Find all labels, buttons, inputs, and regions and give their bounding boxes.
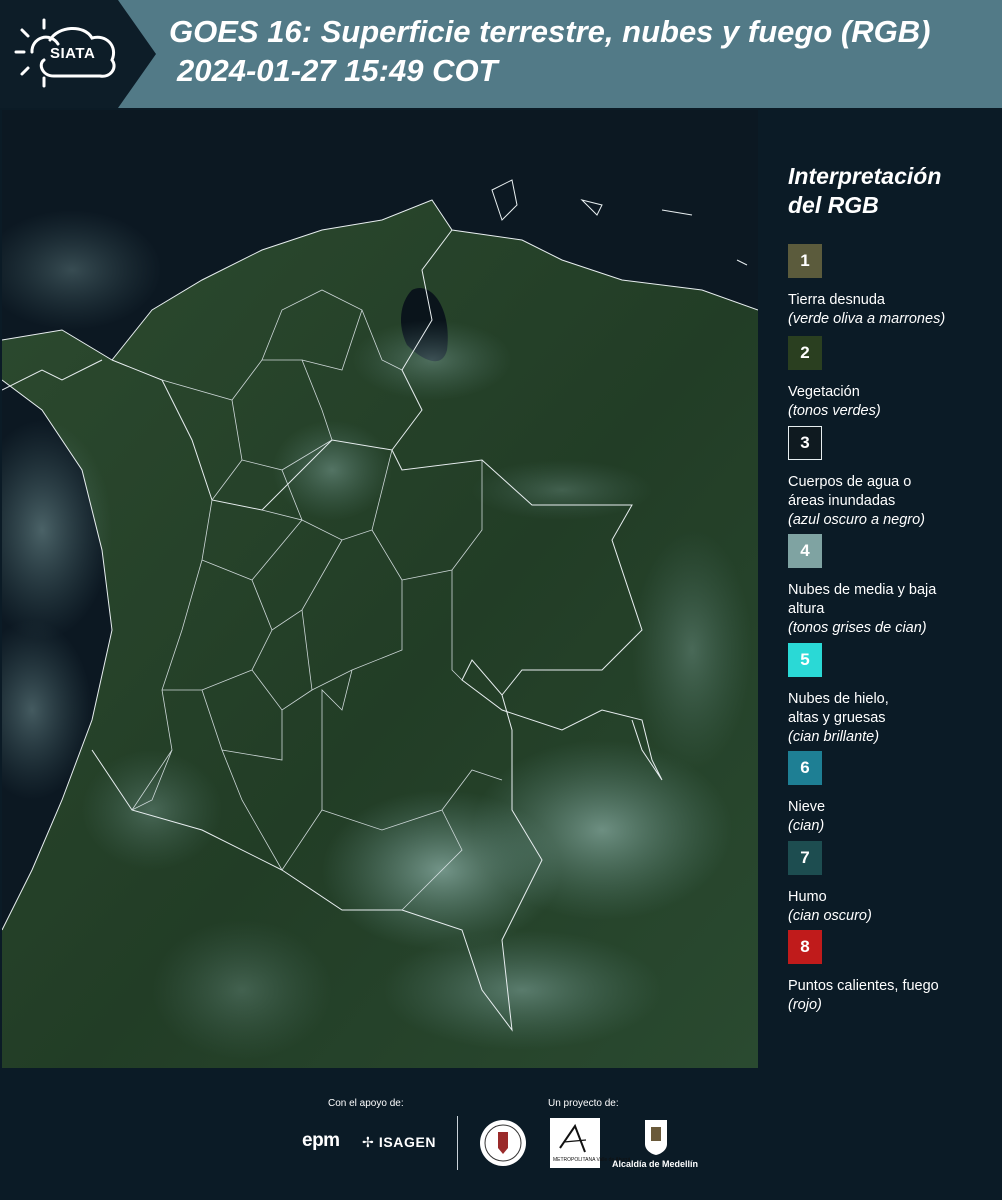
legend-item-vegetation: 2 Vegetación (tonos verdes)	[788, 336, 988, 421]
header: SIATA GOES 16: Superficie terrestre, nub…	[0, 0, 1002, 108]
legend-label: Nubes de media y baja altura	[788, 582, 937, 617]
page-title: GOES 16: Superficie terrestre, nubes y f…	[169, 14, 931, 49]
siata-logo-text: SIATA	[50, 45, 96, 62]
isagen-mark-icon: ✢	[362, 1134, 375, 1150]
legend-item-water: 3 Cuerpos de agua o áreas inundadas (azu…	[788, 426, 988, 530]
legend-label: Tierra desnuda	[788, 292, 885, 308]
legend-item-fire: 8 Puntos calientes, fuego (rojo)	[788, 930, 988, 1015]
legend-item-mid-low-clouds: 4 Nubes de media y baja altura (tonos gr…	[788, 534, 988, 638]
page-timestamp: 2024-01-27 15:49 COT	[177, 53, 498, 88]
footer: Con el apoyo de: Un proyecto de: epm ✢ I…	[0, 1070, 1002, 1200]
medellin-logo-text: Alcaldía de Medellín	[612, 1159, 699, 1169]
legend-item-smoke: 7 Humo (cian oscuro)	[788, 841, 988, 926]
legend-swatch: 7	[788, 841, 822, 875]
isagen-logo-text: ISAGEN	[378, 1134, 437, 1150]
legend-sublabel: (azul oscuro a negro)	[788, 512, 926, 528]
legend-label: Humo	[788, 889, 827, 905]
legend-swatch: 4	[788, 534, 822, 568]
legend-swatch: 5	[788, 643, 822, 677]
institutional-seal-icon	[480, 1120, 526, 1166]
legend-sublabel: (rojo)	[788, 997, 822, 1013]
legend-label: Nubes de hielo, altas y gruesas	[788, 691, 889, 726]
legend-item-snow: 6 Nieve (cian)	[788, 751, 988, 836]
legend-swatch: 3	[788, 426, 822, 460]
legend-sublabel: (cian oscuro)	[788, 908, 872, 924]
legend-sublabel: (cian)	[788, 818, 825, 834]
isagen-logo: ✢ ISAGEN	[362, 1134, 436, 1151]
legend-swatch: 1	[788, 244, 822, 278]
legend-swatch: 6	[788, 751, 822, 785]
legend-sublabel: (cian brillante)	[788, 729, 880, 745]
legend-title: Interpretación del RGB	[788, 162, 988, 220]
legend-swatch: 8	[788, 930, 822, 964]
legend-title-line2: del RGB	[788, 192, 879, 218]
satellite-map	[2, 110, 758, 1068]
rgb-composite-image	[2, 110, 758, 1068]
legend-title-line1: Interpretación	[788, 163, 942, 189]
legend-label: Vegetación	[788, 384, 860, 400]
legend-item-ice-clouds: 5 Nubes de hielo, altas y gruesas (cian …	[788, 643, 988, 747]
footer-divider	[457, 1116, 458, 1170]
legend-sublabel: (verde oliva a marrones)	[788, 311, 946, 327]
legend-label: Nieve	[788, 799, 826, 815]
legend-sublabel: (tonos grises de cian)	[788, 620, 927, 636]
epm-logo: epm	[302, 1130, 340, 1151]
legend-item-bare-land: 1 Tierra desnuda (verde oliva a marrones…	[788, 244, 988, 329]
legend-label: Puntos calientes, fuego	[788, 978, 939, 994]
legend-swatch: 2	[788, 336, 822, 370]
support-label: Con el apoyo de:	[328, 1098, 404, 1109]
medellin-shield-icon	[645, 1120, 667, 1155]
project-label: Un proyecto de:	[548, 1098, 619, 1109]
legend-label: Cuerpos de agua o áreas inundadas	[788, 474, 912, 509]
legend-panel: Interpretación del RGB 1 Tierra desnuda …	[776, 110, 1002, 1070]
legend-sublabel: (tonos verdes)	[788, 403, 881, 419]
